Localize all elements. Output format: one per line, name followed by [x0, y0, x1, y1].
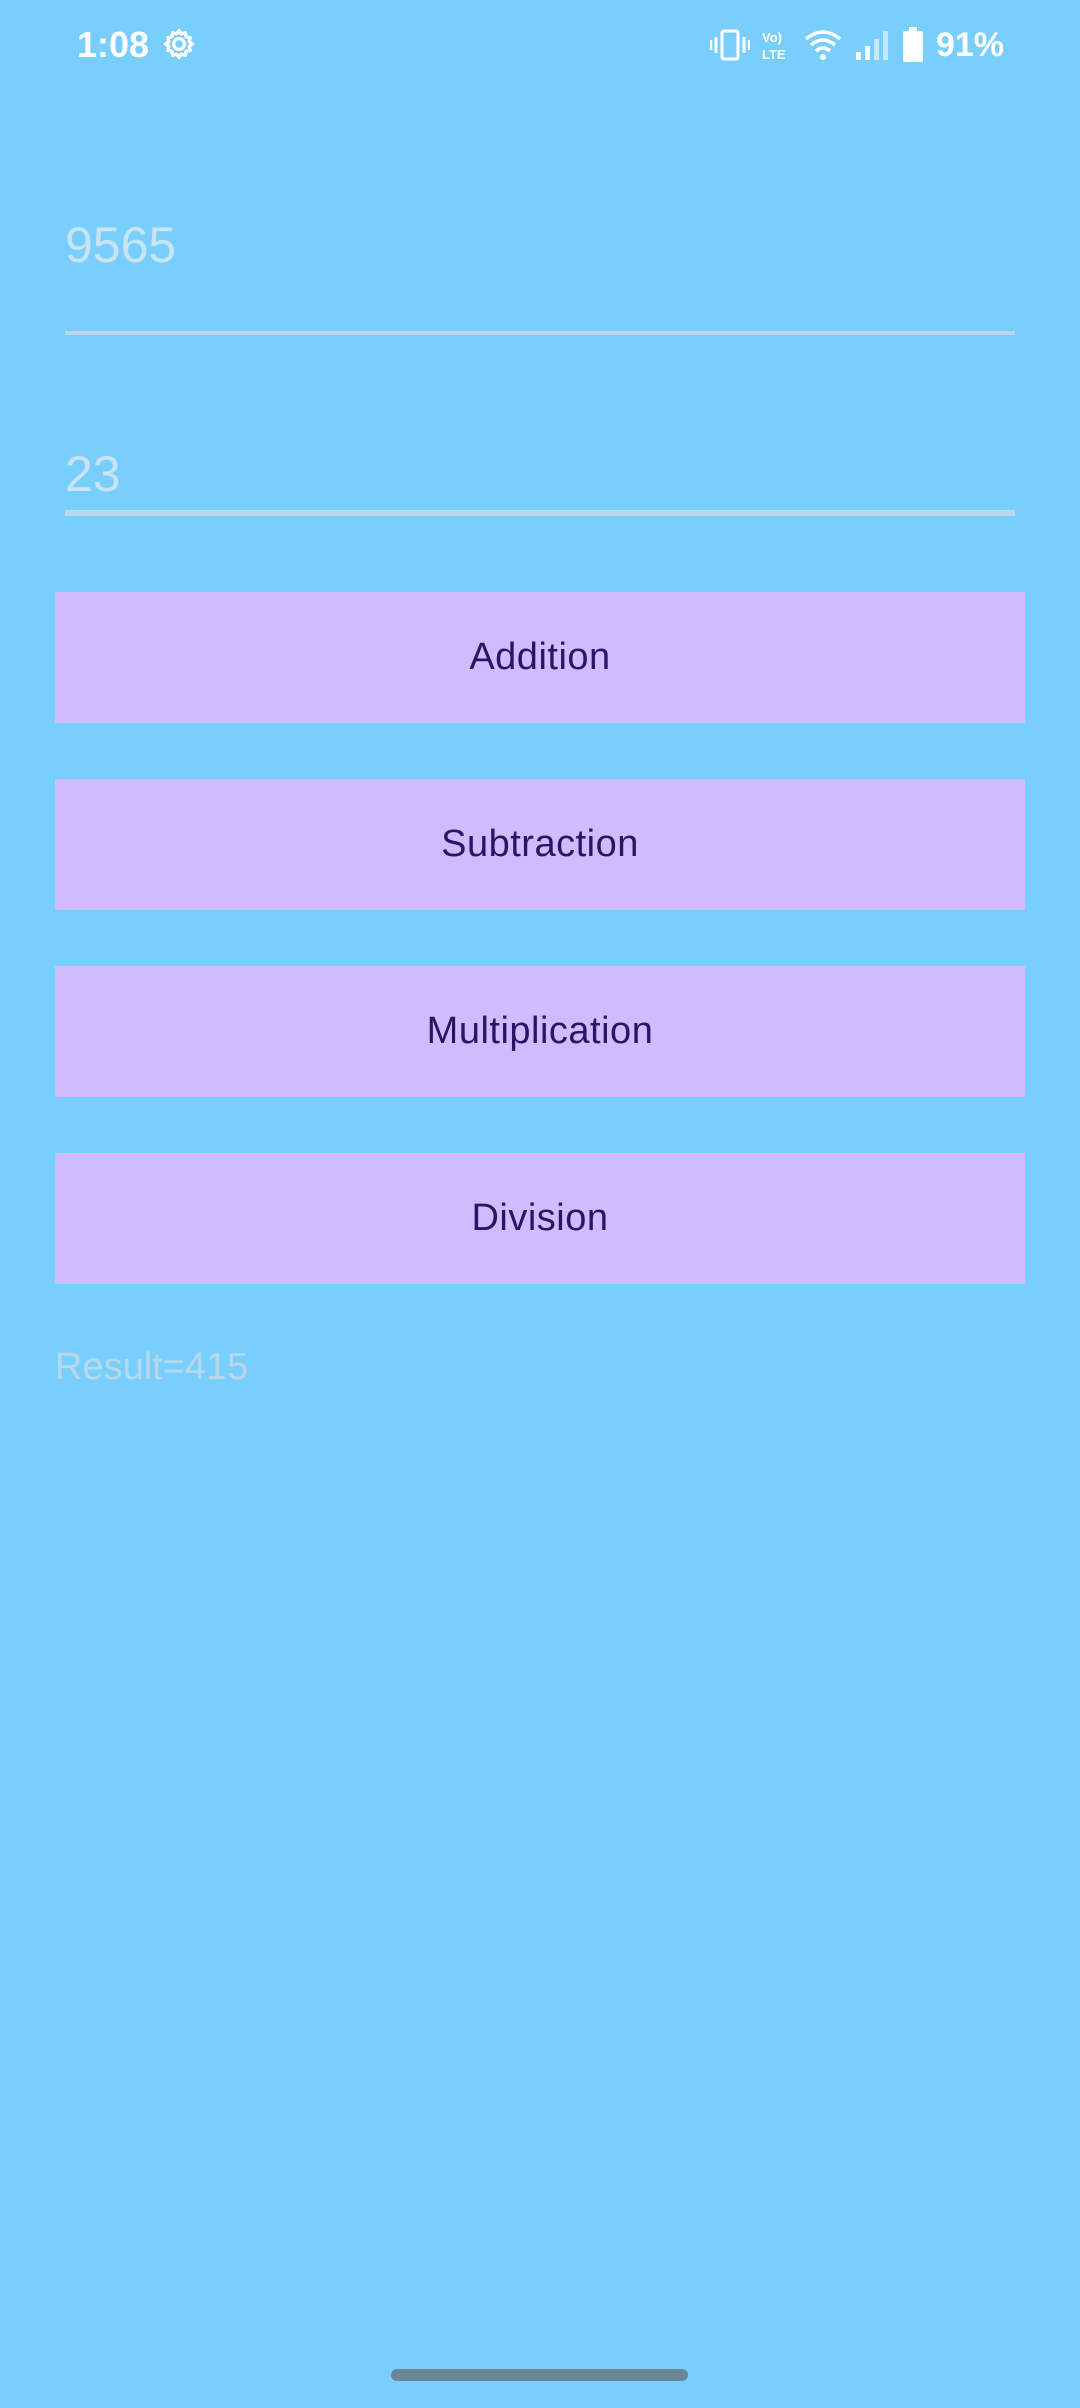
calculator-screen: 1:08 Vo) LTE 91% 9565 23 Addition Subtra…: [0, 0, 1080, 2408]
volte-icon: Vo) LTE: [762, 30, 786, 62]
svg-text:Vo): Vo): [762, 30, 782, 45]
second-number-input[interactable]: 23: [65, 440, 1015, 520]
multiplication-button[interactable]: Multiplication: [55, 966, 1025, 1097]
wifi-icon: [804, 30, 842, 60]
first-number-underline: [65, 331, 1015, 335]
subtraction-button[interactable]: Subtraction: [55, 779, 1025, 910]
vibrate-icon: [709, 29, 750, 61]
second-number-value: 23: [65, 446, 121, 502]
battery-percentage: 91%: [935, 26, 1004, 64]
status-bar: 1:08 Vo) LTE 91%: [0, 0, 1080, 90]
status-time: 1:08: [77, 24, 150, 65]
svg-text:LTE: LTE: [762, 47, 786, 62]
home-indicator[interactable]: [391, 2369, 688, 2381]
settings-icon: [163, 28, 195, 60]
addition-button[interactable]: Addition: [55, 592, 1025, 723]
second-number-underline: [65, 510, 1015, 516]
first-number-input[interactable]: 9565: [65, 215, 1015, 335]
battery-icon: [902, 27, 923, 62]
result-label: Result=415: [55, 1346, 249, 1388]
division-button[interactable]: Division: [55, 1153, 1025, 1284]
first-number-value: 9565: [65, 217, 177, 273]
signal-icon: [855, 31, 888, 60]
status-icons: Vo) LTE 91%: [709, 22, 1004, 68]
